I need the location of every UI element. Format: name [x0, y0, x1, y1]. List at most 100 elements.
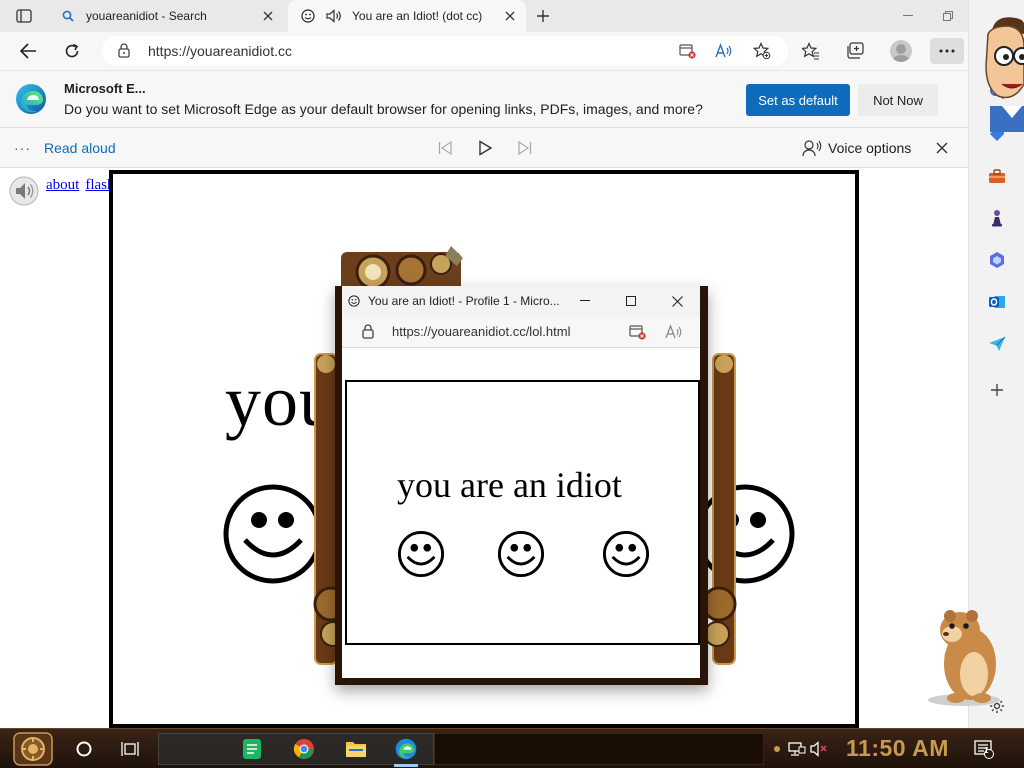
voice-options-label: Voice options: [828, 140, 912, 156]
smiley-icon: [348, 295, 362, 307]
show-hidden-icons-button[interactable]: [768, 740, 786, 758]
search-taskbar-button[interactable]: [72, 737, 96, 761]
skip-back-icon: [438, 140, 452, 156]
popup-title: You are an Idiot! - Profile 1 - Micro...: [368, 294, 560, 308]
sidebar-outlook-button[interactable]: [987, 292, 1007, 312]
close-tab-icon[interactable]: [500, 6, 520, 26]
tab-actions-icon: [16, 9, 32, 23]
notes-app-button[interactable]: [240, 737, 264, 761]
paper-plane-icon: [989, 336, 1006, 351]
smiley-icon: [300, 8, 316, 24]
task-view-icon: [121, 742, 139, 756]
tab-you-are-an-idiot[interactable]: You are an Idiot! (dot cc): [288, 0, 526, 32]
popup-minimize-button[interactable]: [562, 286, 608, 316]
profile-button[interactable]: [888, 38, 914, 64]
smiley-face-icon: [497, 530, 545, 578]
skip-forward-icon: [518, 140, 532, 156]
popup-title-bar[interactable]: You are an Idiot! - Profile 1 - Micro...: [342, 286, 700, 316]
dancing-hamster-mascot: [928, 610, 1000, 706]
voice-options-button[interactable]: Voice options: [802, 138, 911, 158]
popup-url-text[interactable]: https://youareanidiot.cc/lol.html: [392, 324, 570, 339]
network-button[interactable]: [788, 740, 806, 758]
task-view-button[interactable]: [118, 737, 142, 761]
tab-search[interactable]: youareanidiot - Search: [48, 0, 284, 32]
speaker-icon[interactable]: [8, 175, 40, 207]
play-button[interactable]: [474, 138, 496, 158]
set-as-default-button[interactable]: Set as default: [746, 84, 850, 116]
read-aloud-icon[interactable]: [664, 322, 684, 342]
notification-count: 1: [984, 746, 989, 755]
avatar: [890, 40, 912, 62]
file-explorer-button[interactable]: [344, 737, 368, 761]
next-paragraph-button[interactable]: [514, 138, 536, 158]
address-bar[interactable]: https://youareanidiot.cc: [102, 36, 788, 66]
popup-close-button[interactable]: [654, 286, 700, 316]
refresh-icon: [65, 43, 79, 58]
cortana-circle-icon: [76, 741, 92, 757]
speaker-tab-icon[interactable]: [326, 8, 344, 24]
add-sidebar-app-button[interactable]: [987, 380, 1007, 400]
smiley-face-icon: [602, 530, 650, 578]
sidebar-tools-button[interactable]: [987, 166, 1007, 186]
blocked-popup-icon[interactable]: [678, 41, 698, 61]
cartoon-man-mascot: [985, 17, 1024, 132]
toolbox-icon: [989, 169, 1005, 183]
favorites-icon: [802, 42, 819, 60]
close-tab-icon[interactable]: [258, 6, 278, 26]
search-icon: [60, 8, 76, 24]
not-now-button[interactable]: Not Now: [858, 84, 938, 116]
new-tab-button[interactable]: [532, 5, 554, 27]
favorites-button[interactable]: [798, 38, 824, 64]
close-read-aloud-button[interactable]: [932, 138, 952, 158]
previous-paragraph-button[interactable]: [434, 138, 456, 158]
popup-maximize-button[interactable]: [608, 286, 654, 316]
folder-icon: [346, 742, 366, 757]
minimize-button[interactable]: [888, 0, 928, 32]
minimize-icon: [580, 300, 590, 301]
refresh-button[interactable]: [58, 38, 86, 64]
url-text[interactable]: https://youareanidiot.cc: [148, 43, 292, 59]
more-horizontal-icon: [939, 49, 955, 53]
blocked-popup-icon[interactable]: [628, 322, 648, 342]
popup-idiot-text: you are an idiot: [397, 465, 622, 505]
minimize-icon: [903, 15, 913, 16]
window-controls: [888, 0, 968, 32]
network-icon: [788, 742, 806, 756]
sidebar-copilot-button[interactable]: [987, 250, 1007, 270]
about-link[interactable]: about: [46, 177, 79, 193]
chrome-icon: [293, 739, 314, 759]
steampunk-start-icon: [13, 732, 53, 766]
sidebar-send-button[interactable]: [987, 334, 1007, 354]
back-arrow-icon: [19, 43, 36, 59]
tab-strip: youareanidiot - Search You are an Idiot!…: [0, 0, 968, 32]
popup-body: You are an Idiot! - Profile 1 - Micro...…: [342, 286, 700, 678]
notes-app-icon: [243, 739, 261, 759]
edge-icon: [395, 738, 417, 760]
popup-address-bar[interactable]: https://youareanidiot.cc/lol.html: [342, 316, 700, 348]
taskbar-clock[interactable]: 11:50 AM: [846, 735, 949, 762]
restore-button[interactable]: [928, 0, 968, 32]
infobar-title: Microsoft E...: [64, 81, 146, 96]
start-button[interactable]: [10, 731, 56, 767]
sidebar-games-button[interactable]: [987, 208, 1007, 228]
chrome-button[interactable]: [292, 737, 316, 761]
close-icon: [671, 295, 683, 307]
restore-icon: [943, 11, 953, 21]
lock-icon[interactable]: [118, 43, 130, 63]
tab-actions-button[interactable]: [6, 4, 42, 28]
edge-taskbar-button[interactable]: [394, 737, 418, 761]
copilot-icon: [990, 252, 1004, 268]
read-aloud-menu-icon[interactable]: ···: [14, 140, 31, 156]
infobar-message: Do you want to set Microsoft Edge as you…: [64, 101, 703, 117]
popup-window[interactable]: You are an Idiot! - Profile 1 - Micro...…: [335, 286, 708, 685]
volume-button[interactable]: [810, 740, 828, 758]
read-aloud-icon[interactable]: [714, 41, 734, 61]
add-favorite-icon[interactable]: [752, 41, 772, 61]
tab-title: youareanidiot - Search: [86, 9, 207, 23]
notification-center-button[interactable]: 1: [972, 737, 996, 761]
plus-icon: [991, 384, 1003, 396]
back-button[interactable]: [14, 38, 42, 64]
collections-button[interactable]: [842, 38, 868, 64]
lock-icon[interactable]: [362, 324, 374, 344]
settings-and-more-button[interactable]: [930, 38, 964, 64]
